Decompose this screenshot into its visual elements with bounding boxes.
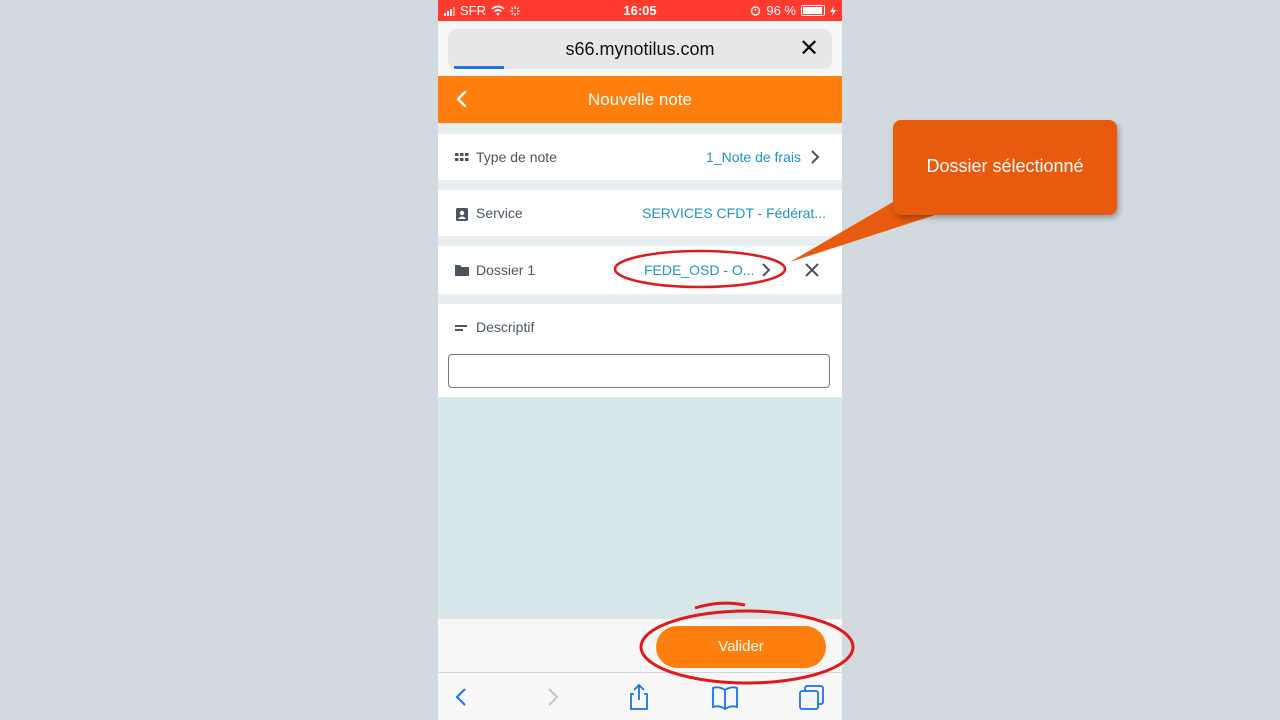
descriptif-input[interactable] <box>448 354 830 388</box>
bookmarks-icon[interactable] <box>711 683 739 711</box>
chevron-right-icon[interactable] <box>810 150 820 164</box>
badge-icon <box>456 208 468 221</box>
dossier-value[interactable]: FEDE_OSD - O... <box>644 262 754 278</box>
grid-icon <box>455 153 469 161</box>
page-load-progress <box>454 66 504 69</box>
address-bar[interactable]: s66.mynotilus.com ✕ <box>448 29 832 69</box>
type-de-note-value[interactable]: 1_Note de frais <box>706 149 801 165</box>
browser-bar: s66.mynotilus.com ✕ <box>438 21 842 76</box>
type-de-note-row[interactable]: Type de note 1_Note de frais <box>438 134 842 180</box>
share-icon[interactable] <box>625 683 653 711</box>
folder-icon <box>455 265 469 276</box>
descriptif-section: Descriptif <box>438 304 842 397</box>
url-text[interactable]: s66.mynotilus.com <box>448 39 832 60</box>
page-title: Nouvelle note <box>588 90 692 109</box>
close-icon[interactable]: ✕ <box>796 35 822 63</box>
charging-icon <box>830 5 836 16</box>
type-de-note-label: Type de note <box>476 149 557 165</box>
text-lines-icon <box>455 325 467 331</box>
battery-percent: 96 % <box>766 3 796 18</box>
dossier-label: Dossier 1 <box>476 262 536 278</box>
clear-icon[interactable] <box>804 262 820 278</box>
battery-icon <box>801 5 825 16</box>
callout-text: Dossier sélectionné <box>926 156 1084 176</box>
callout-box: Dossier sélectionné <box>893 120 1117 215</box>
service-row[interactable]: Service SERVICES CFDT - Fédérat... <box>438 190 842 236</box>
phone-screen: SFR 16:05 96 % s66.mynotilus.com ✕ Nouve… <box>438 0 842 720</box>
service-value[interactable]: SERVICES CFDT - Fédérat... <box>642 205 826 221</box>
form-footer: Valider <box>438 618 842 673</box>
descriptif-label: Descriptif <box>476 319 535 335</box>
app-header: Nouvelle note <box>438 76 842 123</box>
empty-area <box>438 397 842 618</box>
status-bar: SFR 16:05 96 % <box>438 0 842 21</box>
dossier-row[interactable]: Dossier 1 FEDE_OSD - O... <box>438 246 842 294</box>
valider-button[interactable]: Valider <box>656 626 826 668</box>
alarm-icon <box>751 6 761 16</box>
note-form: Type de note 1_Note de frais Service SER… <box>438 123 842 618</box>
browser-toolbar <box>438 672 842 720</box>
service-label: Service <box>476 205 523 221</box>
forward-arrow-icon[interactable] <box>538 683 566 711</box>
tabs-icon[interactable] <box>798 683 826 711</box>
chevron-right-icon[interactable] <box>761 263 771 277</box>
back-arrow-icon[interactable] <box>448 683 476 711</box>
